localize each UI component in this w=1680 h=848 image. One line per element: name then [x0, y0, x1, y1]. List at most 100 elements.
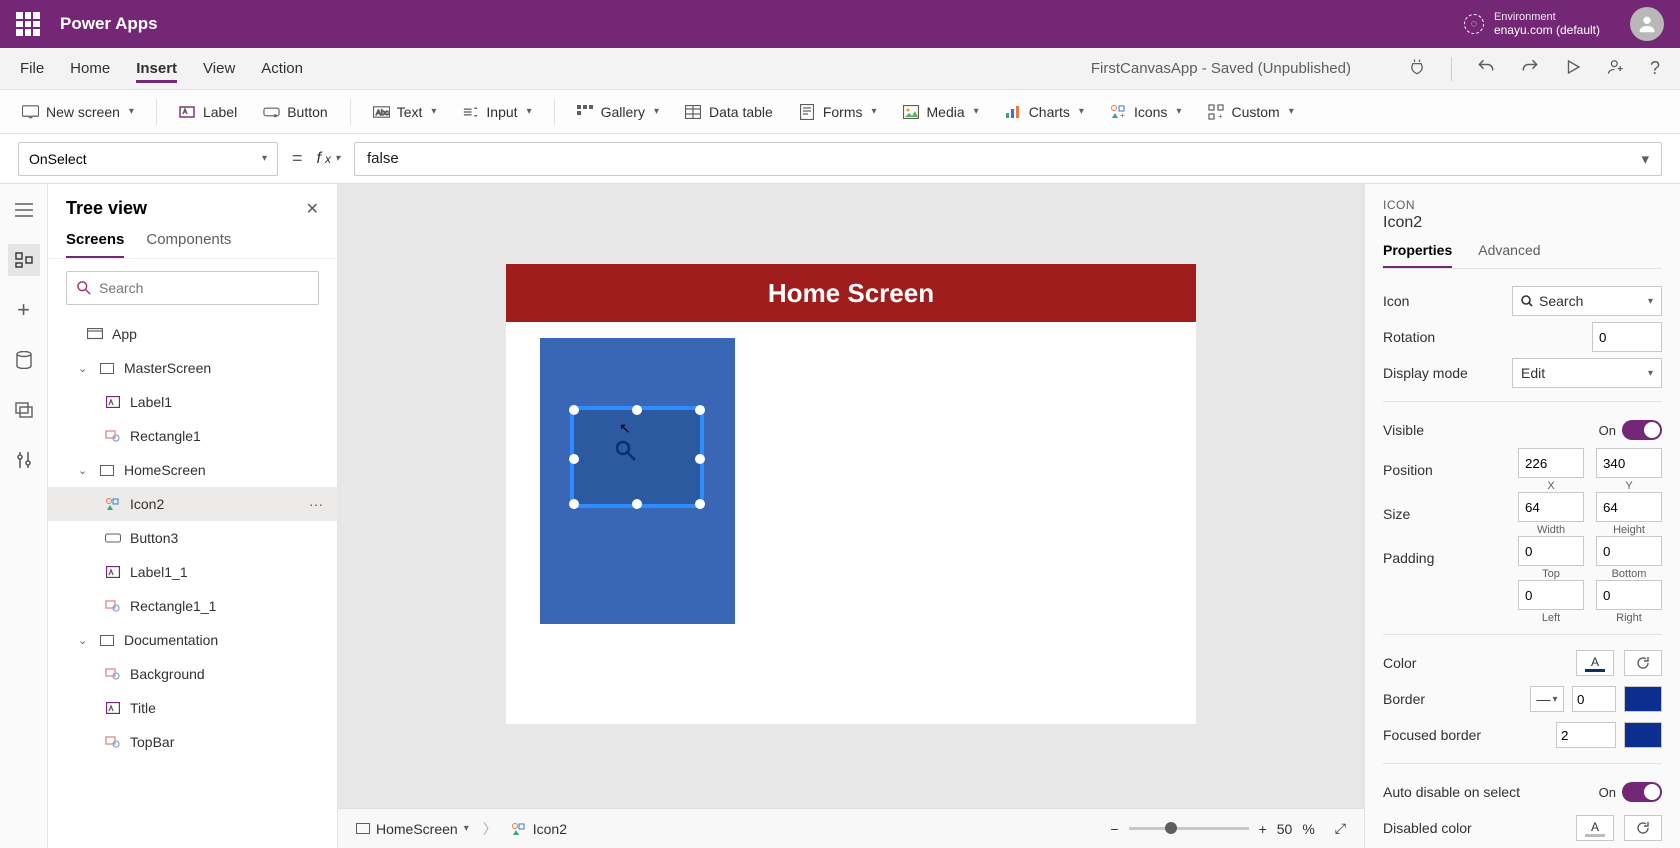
- tree-background[interactable]: Background: [48, 657, 337, 691]
- size-width-input[interactable]: [1518, 492, 1584, 522]
- label-position: Position: [1383, 462, 1433, 478]
- label-rotation: Rotation: [1383, 329, 1435, 345]
- display-mode-selector[interactable]: Edit▾: [1512, 358, 1662, 388]
- tab-properties[interactable]: Properties: [1383, 242, 1452, 268]
- formula-expand-icon[interactable]: ▾: [1633, 150, 1649, 168]
- zoom-out-icon[interactable]: −: [1110, 821, 1118, 837]
- more-options-icon[interactable]: ···: [309, 496, 323, 512]
- help-icon[interactable]: ?: [1650, 58, 1660, 79]
- play-icon[interactable]: [1564, 58, 1582, 80]
- tools-icon[interactable]: [8, 444, 40, 476]
- tree-label1[interactable]: Label1: [48, 385, 337, 419]
- media-button[interactable]: Media▾: [899, 99, 983, 124]
- zoom-in-icon[interactable]: +: [1259, 821, 1267, 837]
- tree-icon2[interactable]: Icon2 ···: [48, 487, 337, 521]
- close-icon[interactable]: ✕: [306, 199, 319, 219]
- hamburger-icon[interactable]: [8, 194, 40, 226]
- padding-top-input[interactable]: [1518, 536, 1584, 566]
- search-input[interactable]: [99, 280, 308, 296]
- fit-icon[interactable]: ⤢: [1335, 820, 1346, 837]
- border-color-picker[interactable]: [1624, 686, 1662, 712]
- property-selector[interactable]: OnSelect ▾: [18, 142, 278, 176]
- data-table-button[interactable]: Data table: [681, 99, 777, 124]
- environment-selector[interactable]: ◌ Environment enayu.com (default): [1464, 11, 1600, 37]
- tree-app[interactable]: App: [48, 317, 337, 351]
- tab-advanced[interactable]: Advanced: [1478, 242, 1540, 268]
- label-border: Border: [1383, 691, 1425, 707]
- menu-view[interactable]: View: [203, 54, 235, 83]
- focused-border-input[interactable]: [1556, 722, 1616, 748]
- label-disabled-color: Disabled color: [1383, 820, 1472, 836]
- tab-components[interactable]: Components: [146, 231, 231, 258]
- menu-insert[interactable]: Insert: [136, 54, 177, 83]
- zoom-slider[interactable]: [1129, 827, 1249, 830]
- label-icon: [104, 699, 122, 717]
- tree-rectangle1[interactable]: Rectangle1: [48, 419, 337, 453]
- breadcrumb-screen[interactable]: HomeScreen ▾: [356, 821, 469, 837]
- position-x-input[interactable]: [1518, 448, 1584, 478]
- formula-input[interactable]: false ▾: [354, 142, 1662, 176]
- size-height-input[interactable]: [1596, 492, 1662, 522]
- app-title: Power Apps: [60, 14, 158, 34]
- tree-masterscreen[interactable]: ⌄ MasterScreen: [48, 351, 337, 385]
- rotation-input[interactable]: [1592, 322, 1662, 352]
- tree-title-item[interactable]: Title: [48, 691, 337, 725]
- tree-topbar[interactable]: TopBar: [48, 725, 337, 759]
- cursor-icon: ↖: [619, 420, 631, 437]
- border-width-input[interactable]: [1572, 686, 1616, 712]
- data-icon[interactable]: [8, 344, 40, 376]
- tree-search[interactable]: [66, 271, 319, 305]
- tab-screens[interactable]: Screens: [66, 231, 124, 258]
- menu-action[interactable]: Action: [261, 54, 303, 83]
- forms-button[interactable]: Forms▾: [795, 99, 881, 124]
- app-checker-icon[interactable]: [1407, 57, 1427, 81]
- border-style-selector[interactable]: — ▾: [1530, 686, 1564, 712]
- tree-button3[interactable]: Button3: [48, 521, 337, 555]
- tree-documentation[interactable]: ⌄ Documentation: [48, 623, 337, 657]
- new-screen-button[interactable]: New screen▾: [18, 99, 138, 124]
- undo-icon[interactable]: [1476, 57, 1496, 81]
- menu-home[interactable]: Home: [70, 54, 110, 83]
- svg-text:+: +: [1120, 111, 1125, 120]
- share-icon[interactable]: [1606, 57, 1626, 81]
- focused-border-color-picker[interactable]: [1624, 722, 1662, 748]
- redo-icon[interactable]: [1520, 57, 1540, 81]
- canvas-screen[interactable]: Home Screen ↖ View Customers: [506, 264, 1196, 724]
- svg-text:Abc: Abc: [376, 107, 389, 116]
- visible-toggle[interactable]: [1622, 420, 1662, 440]
- disabled-color-reset-icon[interactable]: [1624, 815, 1662, 841]
- padding-right-input[interactable]: [1596, 580, 1662, 610]
- auto-disable-toggle[interactable]: [1622, 782, 1662, 802]
- custom-button[interactable]: + Custom▾: [1203, 99, 1297, 124]
- user-avatar[interactable]: [1630, 7, 1664, 41]
- disabled-color-picker[interactable]: A: [1576, 815, 1614, 841]
- properties-panel: ICON Icon2 Properties Advanced Icon Sear…: [1364, 184, 1680, 848]
- position-y-input[interactable]: [1596, 448, 1662, 478]
- padding-left-input[interactable]: [1518, 580, 1584, 610]
- input-button[interactable]: Input▾: [458, 99, 535, 124]
- gallery-button[interactable]: Gallery▾: [573, 99, 663, 124]
- label-color: Color: [1383, 655, 1416, 671]
- fx-button[interactable]: fx▾: [317, 150, 340, 168]
- tree-homescreen[interactable]: ⌄ HomeScreen: [48, 453, 337, 487]
- tree-label1-1[interactable]: Label1_1: [48, 555, 337, 589]
- tree-panel: Tree view ✕ Screens Components App ⌄ Mas…: [48, 184, 338, 848]
- color-reset-icon[interactable]: [1624, 650, 1662, 676]
- shape-icon: [104, 597, 122, 615]
- text-button[interactable]: Abc Text▾: [369, 99, 441, 124]
- waffle-icon[interactable]: [16, 12, 40, 36]
- menu-file[interactable]: File: [20, 54, 44, 83]
- insert-icon[interactable]: +: [8, 294, 40, 326]
- tree-rectangle1-1[interactable]: Rectangle1_1: [48, 589, 337, 623]
- breadcrumb-item[interactable]: Icon2: [511, 821, 567, 837]
- button-button[interactable]: Button: [259, 99, 331, 124]
- padding-bottom-input[interactable]: [1596, 536, 1662, 566]
- canvas-header: Home Screen: [506, 264, 1196, 322]
- charts-button[interactable]: Charts▾: [1001, 99, 1088, 124]
- color-picker[interactable]: A: [1576, 650, 1614, 676]
- media-rail-icon[interactable]: [8, 394, 40, 426]
- icons-button[interactable]: + Icons▾: [1106, 99, 1186, 124]
- label-button[interactable]: Label: [175, 99, 241, 124]
- icon-selector[interactable]: Search ▾: [1512, 286, 1662, 316]
- tree-view-icon[interactable]: [8, 244, 40, 276]
